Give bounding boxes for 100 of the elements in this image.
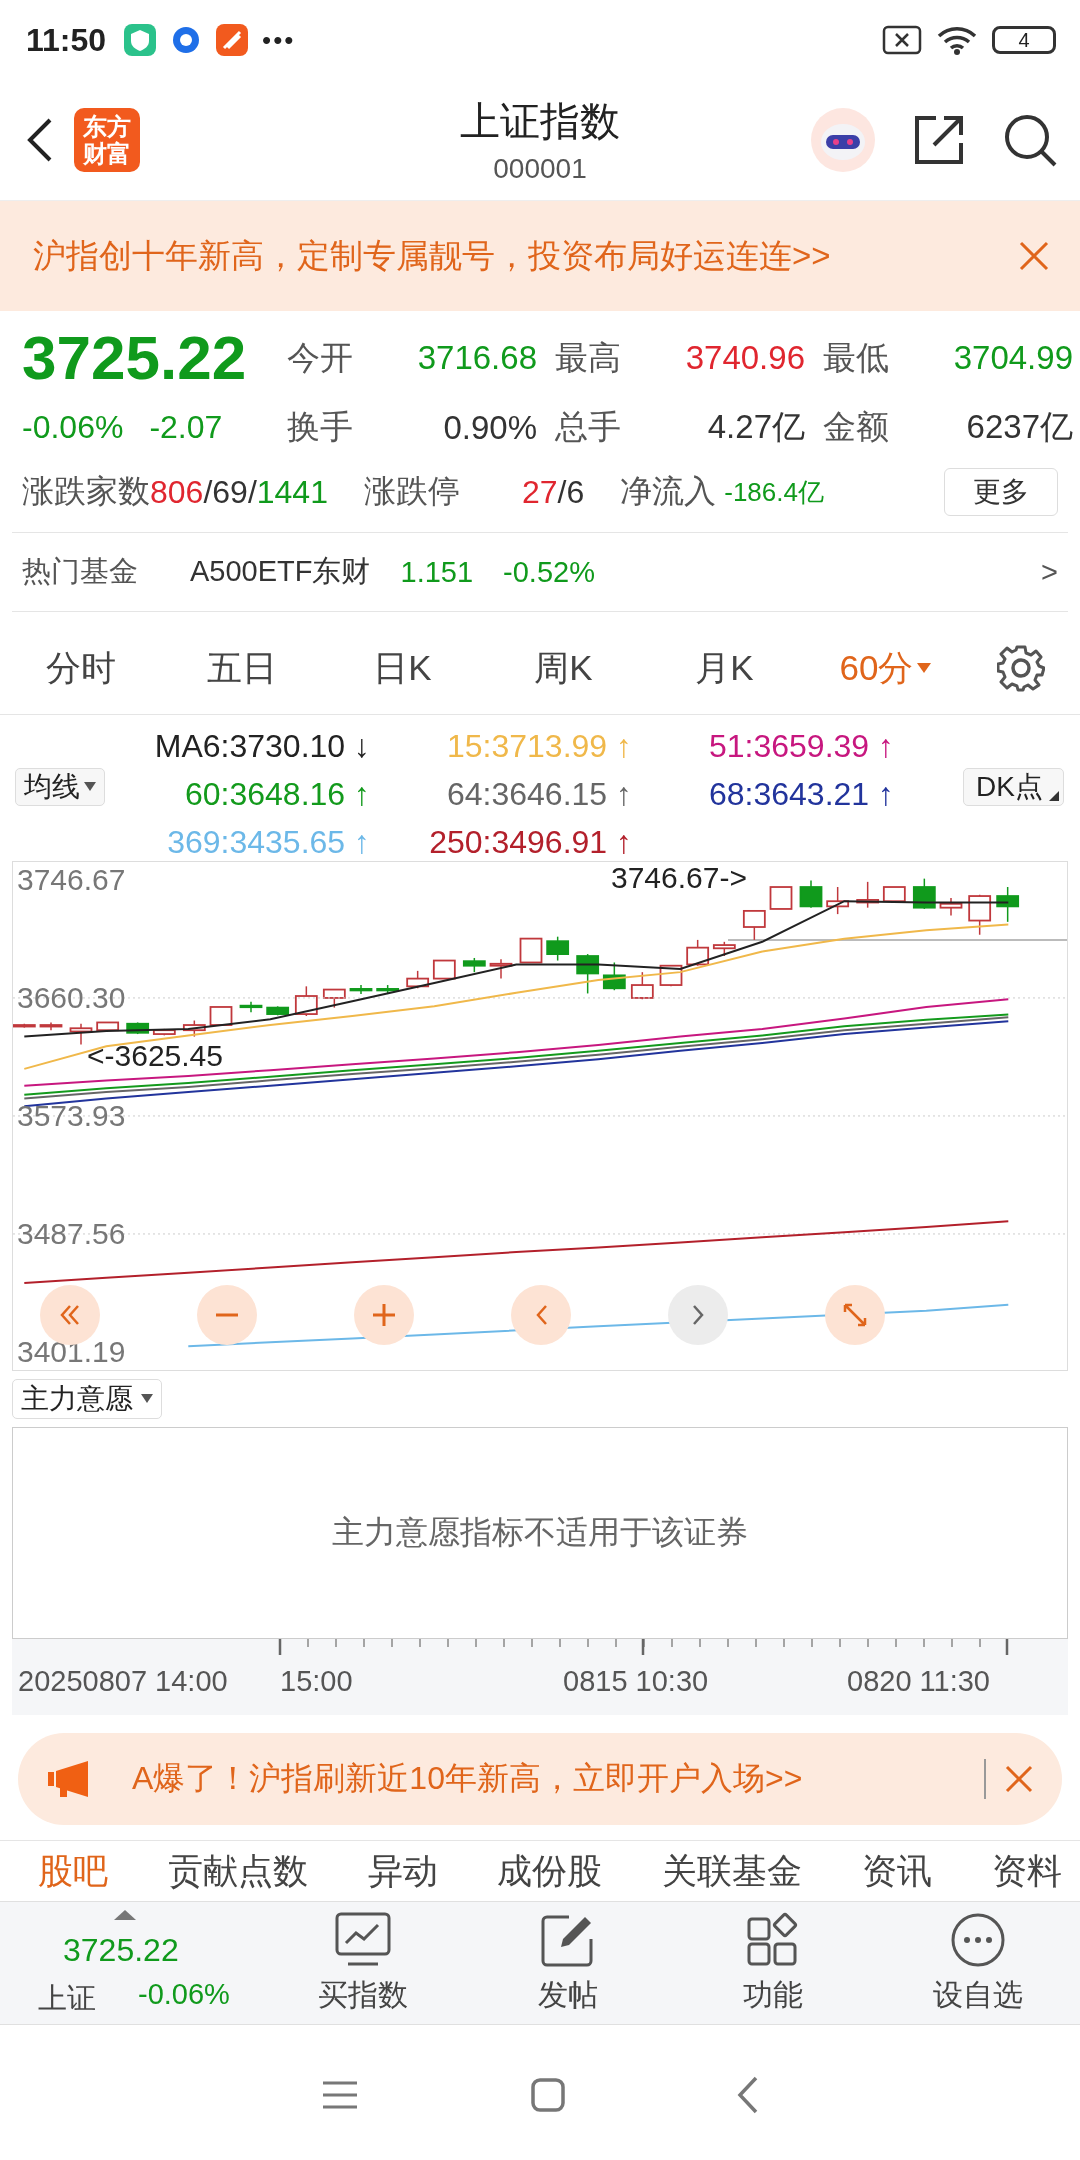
- stat-value: 0.90%: [442, 408, 537, 447]
- candlestick: [209, 1006, 233, 1026]
- stat-value: 6237亿: [965, 407, 1073, 447]
- candlestick: [69, 1023, 93, 1046]
- y-axis-label: 3401.19: [17, 1335, 126, 1368]
- ma-value: MA6:3730.10 ↓: [154, 727, 370, 766]
- stat-value: 3704.99: [952, 339, 1073, 377]
- candlestick: [376, 984, 400, 995]
- stat-label: 最高: [555, 337, 622, 378]
- stat-label: 总手: [555, 407, 622, 447]
- chart-control-button[interactable]: [354, 1285, 414, 1345]
- limit-value: 27/6: [521, 473, 585, 511]
- change-percent: -0.06%: [22, 409, 124, 446]
- y-axis-label: 3660.30: [17, 981, 126, 1014]
- content-tab[interactable]: 贡献点数: [167, 1847, 308, 1895]
- candlestick: [96, 1021, 120, 1032]
- content-tab[interactable]: 资料: [991, 1847, 1062, 1895]
- ma-value: 250:3496.91 ↑: [429, 823, 632, 862]
- period-tab[interactable]: 月K: [644, 644, 805, 692]
- candlestick: [432, 959, 456, 980]
- period-tab[interactable]: 五日: [161, 644, 322, 692]
- candlestick: [406, 970, 430, 990]
- candlestick: [349, 984, 373, 995]
- battery-indicator: 4: [992, 26, 1056, 54]
- candlestick: [799, 879, 823, 909]
- candlestick: [882, 886, 906, 903]
- content-tab[interactable]: 关联基金: [662, 1847, 803, 1895]
- stock-code: 000001: [493, 153, 587, 185]
- stat-label: 金额: [823, 407, 890, 447]
- period-tab[interactable]: 日K: [322, 644, 483, 692]
- index-change: -0.06%: [138, 1978, 230, 2011]
- candlestick: [856, 881, 880, 909]
- period-tab[interactable]: 周K: [483, 644, 644, 692]
- page-title: 上证指数: [460, 98, 620, 145]
- fast-back-icon: [60, 1305, 80, 1325]
- app-icon: [216, 24, 249, 56]
- settings-icon[interactable]: [997, 644, 1045, 692]
- fund-change: -0.52%: [503, 555, 595, 589]
- candlestick: [266, 1005, 290, 1017]
- ma-value: 60:3648.16 ↑: [184, 775, 370, 814]
- fund-price: 1.151: [400, 555, 474, 589]
- chart-control-button[interactable]: [197, 1285, 257, 1345]
- candlestick: [152, 1028, 176, 1037]
- inflow-value: -186.4亿: [724, 475, 824, 509]
- home-icon[interactable]: [530, 2077, 566, 2113]
- candlestick: [968, 894, 992, 936]
- robot-avatar-icon[interactable]: [810, 107, 876, 173]
- indicator-dropdown[interactable]: 主力意愿: [12, 1379, 162, 1419]
- inflow-label: 净流入: [620, 472, 717, 511]
- dropdown-caret-icon: [141, 1394, 153, 1404]
- content-tab[interactable]: 异动: [367, 1847, 438, 1895]
- candlestick: [576, 953, 600, 995]
- candlestick: [602, 961, 626, 991]
- current-price: 3725.22: [22, 325, 248, 391]
- low-price-marker: <-3625.45: [87, 1040, 223, 1072]
- chart-control-button[interactable]: [825, 1285, 885, 1345]
- content-tab[interactable]: 资讯: [862, 1847, 933, 1895]
- toolbar-action[interactable]: 功能: [670, 1910, 875, 2016]
- dropdown-caret-icon: [917, 663, 932, 673]
- toolbar-action[interactable]: 设自选: [875, 1910, 1080, 2016]
- candlestick: [686, 939, 710, 967]
- dk-button[interactable]: DK点: [963, 768, 1064, 806]
- wifi-icon: [936, 24, 978, 56]
- close-icon[interactable]: [1004, 1764, 1034, 1794]
- time-axis-label: 0815 10:30: [563, 1665, 709, 1698]
- share-icon[interactable]: [912, 113, 966, 167]
- candlestick: [742, 910, 766, 941]
- content-tab[interactable]: 成份股: [497, 1847, 603, 1895]
- toolbar-action[interactable]: 发帖: [465, 1910, 670, 2016]
- candlestick: [712, 941, 736, 957]
- chevron-right: >: [1041, 555, 1058, 589]
- search-icon[interactable]: [1002, 112, 1058, 168]
- time-axis-label: 15:00: [280, 1665, 353, 1698]
- ma-dropdown[interactable]: 均线: [15, 768, 105, 806]
- ma-value: 15:3713.99 ↑: [446, 727, 632, 766]
- expand-caret-icon[interactable]: [114, 1910, 136, 1920]
- toolbar-action[interactable]: 买指数: [260, 1910, 465, 2016]
- more-notifications: •••: [262, 24, 296, 56]
- period-tab[interactable]: 分时: [0, 644, 161, 692]
- time-axis-label: 0820 11:30: [847, 1665, 990, 1698]
- app-icon: [124, 24, 157, 56]
- stat-label: 今开: [287, 337, 354, 378]
- limit-label: 涨跌停: [363, 472, 460, 511]
- candlestick: [239, 1001, 263, 1013]
- chevron-right-icon: [692, 1305, 704, 1325]
- y-axis-label: 3746.67: [17, 864, 126, 896]
- candlestick: [182, 1019, 206, 1038]
- hot-fund-row[interactable]: 热门基金 A500ETF东财 1.151 -0.52% >: [12, 532, 1068, 612]
- index-name: 上证: [38, 1981, 96, 2016]
- stat-value: 3740.96: [684, 339, 805, 377]
- no-sim-icon: [882, 25, 922, 55]
- indicator-message: 主力意愿指标不适用于该证券: [332, 1513, 748, 1552]
- stat-value: 3716.68: [416, 339, 537, 377]
- index-price: 3725.22: [63, 1932, 179, 1969]
- more-button[interactable]: 更多: [944, 468, 1058, 516]
- candlestick: [126, 1021, 150, 1035]
- close-icon[interactable]: [1018, 240, 1050, 272]
- ma-value: 369:3435.65 ↑: [167, 823, 370, 862]
- stat-value: 4.27亿: [706, 407, 805, 447]
- dropdown-caret-icon: [84, 782, 96, 792]
